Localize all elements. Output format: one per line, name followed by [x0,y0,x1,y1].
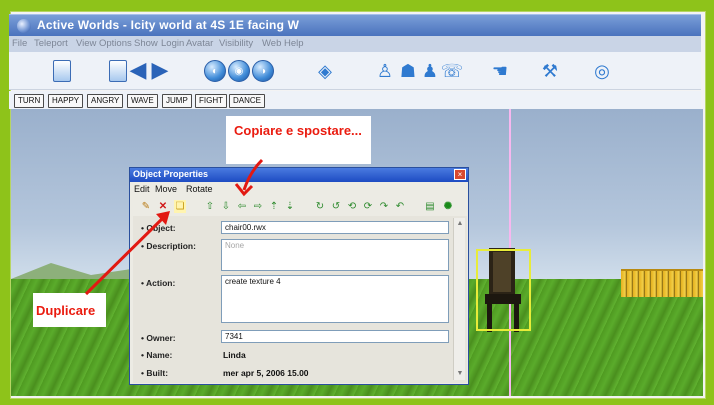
dialog-menu-move[interactable]: Move [155,184,177,194]
roll-icon[interactable]: ↷ [378,200,390,213]
move-up-icon[interactable]: ⇡ [268,200,280,213]
callout-copy-move-text: Copiare e spostare... [234,123,362,138]
move-forward-icon[interactable]: ⇧ [204,200,216,213]
object-label: • Object: [141,223,176,233]
close-icon[interactable]: × [454,169,466,180]
window-title: Active Worlds - Icity world at 4S 1E fac… [37,18,300,32]
build-icon[interactable]: ⚒ [539,60,561,82]
dialog-menu-bar: Edit Move Rotate [130,182,468,196]
built-value: mer apr 5, 2006 15.00 [223,368,309,378]
menu-view[interactable]: View [76,38,96,49]
gesture-angry-button[interactable]: ANGRY [87,94,124,108]
back-arrow-icon[interactable]: ◀ [127,57,149,82]
reset-icon[interactable]: ↶ [394,200,406,213]
hand-icon[interactable]: ☚ [489,60,511,82]
menu-options[interactable]: Options [99,38,132,49]
menu-avatar[interactable]: Avatar [186,38,213,49]
gesture-bar: TURN HAPPY ANGRY WAVE JUMP FIGHT DANCE [9,91,701,109]
forward-arrow-icon[interactable]: ▶ [149,57,171,82]
callout-duplicate-text: Duplicare [36,303,96,318]
description-field[interactable]: None [221,239,449,271]
rotate-x-icon[interactable]: ↻ [314,200,326,213]
gesture-wave-button[interactable]: WAVE [127,94,158,108]
rotate-right-icon[interactable]: ◑ [252,60,274,82]
gesture-dance-button[interactable]: DANCE [229,94,266,108]
menu-teleport[interactable]: Teleport [34,38,68,49]
menu-web[interactable]: Web [262,38,281,49]
chat-icon[interactable]: ☏ [441,60,464,82]
object-properties-dialog: Object Properties × Edit Move Rotate ✎ ✕… [129,167,469,385]
owner-label: • Owner: [141,333,176,343]
name-value: Linda [223,350,246,360]
callout-duplicate: Duplicare [33,293,106,327]
window-titlebar: Active Worlds - Icity world at 4S 1E fac… [9,14,701,36]
settings-icon[interactable]: ✺ [442,200,454,213]
copy-icon[interactable]: ✎ [140,200,152,213]
dialog-titlebar[interactable]: Object Properties × [130,168,468,182]
tilt-icon[interactable]: ⟳ [362,200,374,213]
gesture-turn-button[interactable]: TURN [14,94,45,108]
callout-copy-move: Copiare e spostare... [226,116,371,164]
gesture-fight-button[interactable]: FIGHT [195,94,227,108]
scroll-down-icon[interactable]: ▼ [455,369,465,379]
snap-icon[interactable]: ▤ [424,200,436,213]
rotate-left-icon[interactable]: ◐ [204,60,226,82]
gesture-happy-button[interactable]: HAPPY [48,94,84,108]
menu-visibility[interactable]: Visibility [219,38,253,49]
person-icon[interactable]: ♙ [374,60,396,82]
camera-icon[interactable]: ◉ [228,60,250,82]
menu-help[interactable]: Help [284,38,304,49]
globe-icon[interactable]: ◎ [591,60,613,82]
dialog-toolbar: ✎ ✕ ❏ ⇧ ⇩ ⇦ ⇨ ⇡ ⇣ ↻ ↺ ⟲ ⟳ ↷ ↶ ▤ ✺ [130,200,468,216]
people-icon[interactable]: ☗ [397,60,419,82]
dialog-fields: • Object: chair00.rwx • Description: Non… [133,216,467,383]
menu-login[interactable]: Login [161,38,184,49]
group-icon[interactable]: ♟ [419,60,441,82]
app-icon [17,19,31,33]
dialog-title: Object Properties [133,169,209,179]
object-field[interactable]: chair00.rwx [221,221,449,234]
move-right-icon[interactable]: ⇨ [252,200,264,213]
menu-bar: File Teleport View Options Show Login Av… [9,36,701,52]
action-field[interactable]: create texture 4 [221,275,449,323]
menu-file[interactable]: File [12,38,27,49]
dialog-menu-rotate[interactable]: Rotate [186,184,213,194]
menu-show[interactable]: Show [134,38,158,49]
scroll-up-icon[interactable]: ▲ [455,219,465,229]
delete-icon[interactable]: ✕ [157,200,169,213]
move-back-icon[interactable]: ⇩ [220,200,232,213]
description-label: • Description: [141,241,196,251]
built-label: • Built: [141,368,169,378]
stadium-seats-object[interactable] [621,269,703,297]
name-label: • Name: [141,350,173,360]
rotate-z-icon[interactable]: ⟲ [346,200,358,213]
dialog-scrollbar[interactable]: ▲ ▼ [453,218,465,380]
page-icon[interactable] [109,60,127,82]
main-toolbar: ◀ ▶ ◐ ◉ ◑ ◈ ♙ ☗ ♟ ☏ ☚ ⚒ ◎ [9,52,701,90]
eye-icon[interactable]: ◈ [314,60,336,82]
owner-field[interactable]: 7341 [221,330,449,343]
gesture-jump-button[interactable]: JUMP [162,94,192,108]
move-down-icon[interactable]: ⇣ [284,200,296,213]
dialog-menu-edit[interactable]: Edit [134,184,150,194]
home-icon[interactable] [53,60,71,82]
action-label: • Action: [141,278,176,288]
duplicate-icon[interactable]: ❏ [174,200,186,213]
rotate-y-icon[interactable]: ↺ [330,200,342,213]
move-left-icon[interactable]: ⇦ [236,200,248,213]
selection-bounding-box [476,249,531,331]
